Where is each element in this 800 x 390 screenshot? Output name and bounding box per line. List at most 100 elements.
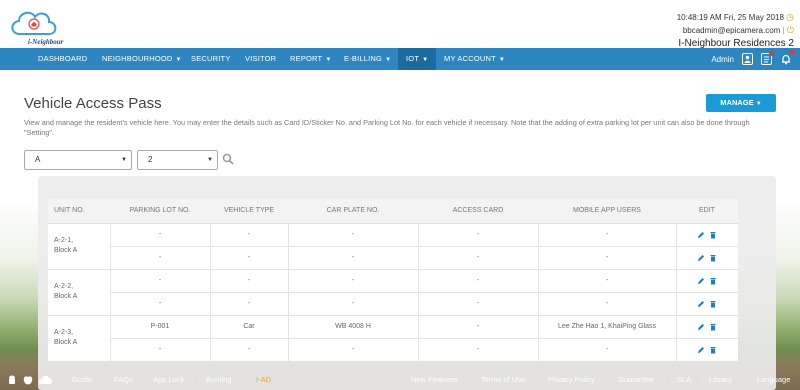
nav-e-billing[interactable]: E-BILLING ▼ xyxy=(344,48,391,70)
table-row: - - - - - xyxy=(48,246,738,270)
android-icon[interactable] xyxy=(6,374,18,386)
footer-link-privacy[interactable]: Privacy Policy xyxy=(548,375,595,384)
user-name[interactable]: Admin xyxy=(711,55,734,64)
cloud-icon[interactable] xyxy=(38,374,54,386)
manage-button[interactable]: MANAGE ▼ xyxy=(706,94,776,112)
nav-iot[interactable]: IOT ▼ xyxy=(398,48,437,70)
footer-divider: | xyxy=(744,375,746,384)
clock-icon: ◷ xyxy=(786,12,794,22)
footer-link-terms[interactable]: Terms of Use xyxy=(481,375,525,384)
footer-link-i-ad[interactable]: I-AD xyxy=(256,375,271,384)
footer-link-guarantee[interactable]: Guarantee xyxy=(618,375,653,384)
notification-badge xyxy=(790,50,795,55)
unit-block: Block A xyxy=(54,293,78,300)
footer-link-language[interactable]: Language xyxy=(757,375,790,384)
footer-divider: | xyxy=(666,375,668,384)
footer-divider: | xyxy=(104,375,106,384)
col-access-card: ACCESS CARD xyxy=(418,199,538,224)
edit-cell xyxy=(675,338,738,362)
trash-icon[interactable] xyxy=(709,323,717,331)
unit-block: Block A xyxy=(54,339,78,346)
col-vehicle-type: VEHICLE TYPE xyxy=(210,199,288,224)
pencil-icon[interactable] xyxy=(697,323,705,331)
pencil-icon[interactable] xyxy=(697,231,705,239)
manage-label: MANAGE xyxy=(720,98,754,107)
unit-no: A-2-1, xyxy=(54,237,74,244)
access-card-cell: - xyxy=(417,269,538,293)
caret-down-icon: ▼ xyxy=(325,57,332,63)
profile-icon[interactable] xyxy=(742,53,753,65)
block-select[interactable]: A ▼ xyxy=(24,150,132,170)
unit-cell: A-2-1, Block A xyxy=(48,223,110,270)
trash-icon[interactable] xyxy=(709,231,717,239)
footer-link-faqs[interactable]: FAQs xyxy=(114,375,133,384)
caret-down-icon: ▼ xyxy=(175,57,182,63)
document-icon[interactable] xyxy=(761,51,774,65)
trash-icon[interactable] xyxy=(709,277,717,285)
footer-divider: | xyxy=(697,375,699,384)
app-users-cell: - xyxy=(537,338,676,362)
vehicle-table: UNIT NO. PARKING LOT NO. VEHICLE TYPE CA… xyxy=(48,199,738,362)
floor-select[interactable]: 2 ▼ xyxy=(137,150,218,170)
footer-link-bunting[interactable]: Bunting xyxy=(206,375,231,384)
account-row: bbcadmin@epicamera.com | ⏻ xyxy=(677,25,794,36)
vehicle-type-cell: - xyxy=(209,292,288,316)
table-row: A-2-2, Block A - - - - - xyxy=(48,269,738,316)
nav-report[interactable]: REPORT ▼ xyxy=(290,48,331,70)
block-select-value: A xyxy=(35,155,41,164)
access-card-cell: - xyxy=(417,292,538,316)
nav-label: VISITOR xyxy=(245,54,277,63)
account-email: bbcadmin@epicamera.com xyxy=(682,26,781,35)
col-mobile-app-users: MOBILE APP USERS xyxy=(538,199,676,224)
nav-label: NEIGHBOURHOOD xyxy=(102,54,173,63)
search-icon[interactable] xyxy=(222,153,234,165)
app-users-cell: - xyxy=(537,223,676,247)
edit-cell xyxy=(675,315,738,339)
edit-cell xyxy=(675,292,738,316)
footer-link-guide[interactable]: Guide xyxy=(72,375,92,384)
access-card-cell: - xyxy=(417,315,538,339)
access-card-cell: - xyxy=(417,338,538,362)
nav-visitor[interactable]: VISITOR xyxy=(245,48,276,70)
unit-block: Block A xyxy=(54,247,78,254)
nav-neighbourhood[interactable]: NEIGHBOURHOOD ▼ xyxy=(102,48,182,70)
pencil-icon[interactable] xyxy=(697,300,705,308)
app-users-cell: Lee Zhe Hao 1, KhaiPing Glass xyxy=(537,315,676,339)
edit-cell xyxy=(675,269,738,293)
nav-security[interactable]: SECURITY xyxy=(191,48,231,70)
vehicle-type-cell: - xyxy=(209,223,288,247)
footer-link-sla[interactable]: SLA xyxy=(677,375,691,384)
nav-user-area: Admin xyxy=(711,48,795,70)
table-row: A-2-3, Block A P-001 Car WB 4008 H - Lee … xyxy=(48,315,738,362)
nav-my-account[interactable]: MY ACCOUNT ▼ xyxy=(444,48,505,70)
nav-dashboard[interactable]: DASHBOARD xyxy=(38,48,87,70)
bell-icon[interactable] xyxy=(780,50,795,65)
vehicle-type-cell: - xyxy=(209,246,288,270)
pencil-icon[interactable] xyxy=(697,277,705,285)
nav-label: REPORT xyxy=(290,54,323,63)
footer-link-new-features[interactable]: New Features xyxy=(411,375,458,384)
car-plate-cell: - xyxy=(287,246,418,270)
footer-divider: | xyxy=(246,375,248,384)
apple-icon[interactable] xyxy=(22,374,34,386)
app-users-cell: - xyxy=(537,292,676,316)
trash-icon[interactable] xyxy=(709,254,717,262)
main-navbar: DASHBOARD NEIGHBOURHOOD ▼ SECURITY VISITO… xyxy=(0,48,800,70)
footer-link-library[interactable]: Library xyxy=(709,375,732,384)
footer-link-app-lock[interactable]: App Lock xyxy=(153,375,184,384)
table-header-row: UNIT NO. PARKING LOT NO. VEHICLE TYPE CA… xyxy=(48,199,738,224)
parking-lot-cell: - xyxy=(109,223,210,247)
i-neighbour-logo[interactable]: i-Neighbour xyxy=(8,4,88,46)
unit-no: A-2-3, xyxy=(54,329,74,336)
pencil-icon[interactable] xyxy=(697,254,705,262)
edit-cell xyxy=(675,223,738,247)
trash-icon[interactable] xyxy=(709,346,717,354)
page-title: Vehicle Access Pass xyxy=(24,95,162,112)
logout-icon[interactable]: ⏻ xyxy=(787,25,794,35)
car-plate-cell: - xyxy=(287,338,418,362)
pencil-icon[interactable] xyxy=(697,346,705,354)
trash-icon[interactable] xyxy=(709,300,717,308)
col-car-plate: CAR PLATE NO. xyxy=(288,199,418,224)
unit-no: A-2-2, xyxy=(54,283,74,290)
car-plate-cell: WB 4008 H xyxy=(287,315,418,339)
